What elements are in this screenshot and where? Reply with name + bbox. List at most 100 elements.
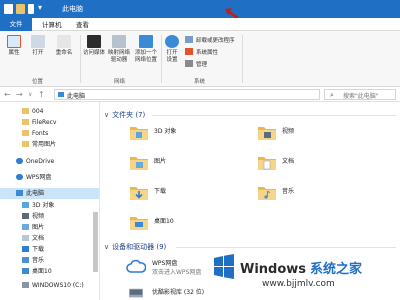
chevron-down-icon: ∨ [104,111,110,119]
documents-folder-icon [258,157,276,170]
properties-label: 属性 [8,50,20,56]
tab-computer[interactable]: 计算机 [38,20,66,31]
open-settings-button[interactable]: 打开 设置 [162,35,182,64]
add-network-location-button[interactable]: 添加一个 网络位置 [132,35,160,64]
map-drive-label-2: 驱动器 [110,57,128,63]
sidebar-item-this-pc[interactable]: 此电脑 [0,188,99,199]
new-folder-quick-icon[interactable] [28,4,34,14]
sidebar-item-label: 下载 [32,246,45,253]
quick-access-dropdown-icon[interactable]: ▾ [38,3,42,12]
address-bar-row: ← → ∨ ↑ 此电脑 ⌕ 搜索"此电脑" [0,87,400,102]
ribbon: 属性 打开 重命名 位置 访问媒体 映射网络 驱动器 添加一个 网络位置 网络 [0,31,400,87]
sidebar-item-desktop[interactable]: 桌面10 [0,266,99,277]
watermark-brand-sub: 系统之家 [310,262,363,277]
sidebar-item-label: 视频 [32,213,45,220]
device-name: 优酷影视库 (32 位) [152,289,205,296]
folder-icon [22,108,29,114]
address-field[interactable]: 此电脑 [54,89,320,100]
system-properties-icon [185,48,193,55]
group-divider [80,35,81,83]
sidebar-item-pictures[interactable]: 图片 [0,222,99,233]
downloads-folder-icon [130,187,148,200]
sidebar-item-documents[interactable]: 文档 [0,233,99,244]
folder-item-music[interactable]: 音乐 [258,184,378,204]
rename-button[interactable]: 重命名 [52,35,76,57]
sidebar-item-label: 文档 [32,235,45,242]
forward-arrow-icon[interactable]: → [16,90,23,99]
uninstall-label: 卸载或更改程序 [196,38,235,44]
video-icon [22,213,29,219]
computer-icon [16,190,23,196]
sidebar-item-music[interactable]: 音乐 [0,255,99,266]
folder-item-3d-objects[interactable]: 3D 对象 [130,124,250,144]
navigation-pane: 004 FileRecv Fonts 常用图片 OneDrive WPS网盘 此… [0,102,100,300]
folder-item-pictures[interactable]: 图片 [130,154,250,174]
map-network-drive-button[interactable]: 映射网络 驱动器 [106,35,132,64]
youku-icon [129,288,143,298]
sidebar-item-004[interactable]: 004 [0,106,99,117]
chevron-down-icon: ∨ [104,243,110,251]
open-button[interactable]: 打开 [28,35,48,57]
properties-button[interactable]: 属性 [4,35,24,57]
sidebar-item-label: WPS网盘 [26,174,52,181]
programs-icon [185,36,193,43]
sidebar-item-3d-objects[interactable]: 3D 对象 [0,200,99,211]
folder-name: 音乐 [282,188,295,195]
properties-quick-icon[interactable] [16,4,25,14]
sidebar-item-wps-cloud[interactable]: WPS网盘 [0,172,99,183]
folder-item-documents[interactable]: 文档 [258,154,378,174]
drive-icon [22,282,29,288]
folder-name: 桌面10 [154,218,174,225]
explorer-app-icon [4,4,13,14]
3d-icon [22,202,29,208]
sidebar-item-onedrive[interactable]: OneDrive [0,156,99,167]
recent-locations-chevron-icon[interactable]: ∨ [28,91,32,98]
folder-name: 3D 对象 [154,128,177,135]
add-location-label: 添加一个 [134,50,157,56]
sidebar-item-filerecv[interactable]: FileRecv [0,117,99,128]
search-icon: ⌕ [330,91,334,99]
tab-view[interactable]: 查看 [72,20,93,31]
group-label-location: 位置 [32,79,44,85]
sidebar-item-downloads[interactable]: 下载 [0,244,99,255]
folder-icon [22,119,29,125]
uninstall-programs-button[interactable]: 卸载或更改程序 [185,36,235,44]
sidebar-item-label: FileRecv [32,119,57,126]
sidebar-item-videos[interactable]: 视频 [0,211,99,222]
up-arrow-icon[interactable]: ↑ [38,90,45,99]
sidebar-scrollbar[interactable] [93,212,98,272]
folder-item-downloads[interactable]: 下载 [130,184,250,204]
devices-section-header[interactable]: ∨ 设备和驱动器 (9) [104,242,166,252]
music-icon [22,257,29,263]
search-input[interactable]: ⌕ 搜索"此电脑" [324,89,396,100]
folder-name: 文档 [282,158,295,165]
sidebar-item-label: 3D 对象 [32,202,55,209]
folders-section-header[interactable]: ∨ 文件夹 (7) [104,110,145,120]
devices-section-title: 设备和驱动器 (9) [112,243,167,251]
network-location-icon [139,35,153,48]
properties-icon [7,35,21,48]
map-drive-label: 映射网络 [107,50,130,56]
manage-label: 管理 [196,62,208,68]
manage-button[interactable]: 管理 [185,60,207,68]
system-properties-label: 系统属性 [196,50,219,56]
device-name: WPS网盘 [152,260,178,267]
sidebar-item-label: 图片 [32,224,45,231]
access-media-label: 访问媒体 [82,50,105,56]
folder-item-videos[interactable]: 视频 [258,124,378,144]
access-media-button[interactable]: 访问媒体 [82,35,106,57]
group-label-system: 系统 [194,79,206,85]
folder-icon [22,130,29,136]
system-properties-button[interactable]: 系统属性 [185,48,218,56]
ribbon-tabs: 文件 计算机 查看 [0,18,400,31]
tab-file[interactable]: 文件 [0,18,32,31]
sidebar-item-fonts[interactable]: Fonts [0,128,99,139]
sidebar-item-c-drive[interactable]: WINDOWS10 (C:) [0,280,99,291]
back-arrow-icon[interactable]: ← [4,90,11,99]
download-icon [22,246,29,252]
sidebar-item-common-pictures[interactable]: 常用图片 [0,139,99,150]
pictures-folder-icon [130,157,148,170]
folder-item-desktop[interactable]: 桌面10 [130,214,250,234]
section-divider [152,115,396,116]
device-item-youku[interactable]: 优酷影视库 (32 位) [126,286,256,300]
